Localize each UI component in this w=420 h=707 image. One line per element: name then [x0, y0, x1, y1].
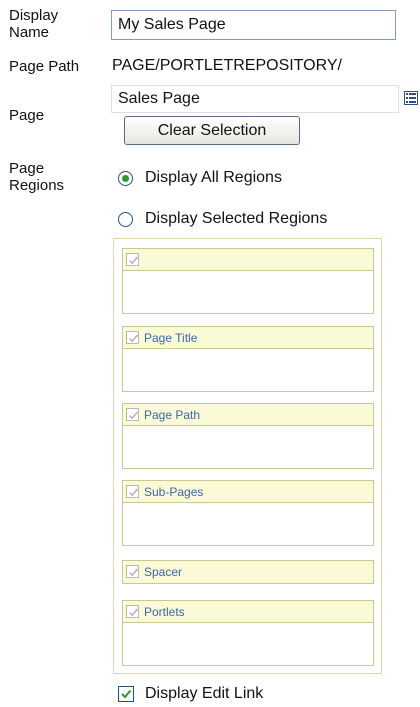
region-checkbox[interactable] [126, 408, 139, 421]
region-title: Portlets [144, 605, 185, 619]
display-name-label: Display Name [9, 7, 58, 41]
page-label: Page [9, 107, 45, 124]
radio-selected-dot [122, 175, 129, 182]
page-input[interactable]: Sales Page [111, 85, 399, 113]
check-icon [128, 411, 139, 420]
check-icon [128, 334, 139, 343]
page-path-value: PAGE/PORTLETREPOSITORY/ [112, 57, 342, 74]
region-title: Page Path [144, 408, 201, 422]
region-header: Spacer [123, 561, 373, 583]
region-body [123, 426, 373, 468]
region-item-spacer: Spacer [122, 560, 374, 584]
region-header: Sub-Pages [123, 481, 373, 503]
region-body [123, 271, 373, 313]
region-item-portlets: Portlets [122, 600, 374, 666]
region-header: Page Path [123, 404, 373, 426]
display-selected-regions-label: Display Selected Regions [145, 210, 328, 227]
region-header: Portlets [123, 601, 373, 623]
region-item-page-path: Page Path [122, 403, 374, 469]
region-checkbox[interactable] [126, 485, 139, 498]
region-body [123, 623, 373, 665]
region-item-sub-pages: Sub-Pages [122, 480, 374, 546]
region-title: Spacer [144, 565, 183, 579]
region-checkbox[interactable] [126, 331, 139, 344]
page-regions-label-line1: Page [9, 160, 45, 177]
radio-display-selected-regions[interactable] [118, 212, 133, 227]
check-icon [128, 488, 139, 497]
check-icon [128, 608, 139, 617]
page-regions-label: Page Regions [9, 160, 64, 194]
check-icon [128, 256, 139, 265]
clear-selection-button[interactable]: Clear Selection [124, 116, 300, 145]
region-body [123, 349, 373, 391]
display-name-label-line1: Display [9, 7, 59, 24]
display-name-label-line2: Name [9, 24, 50, 41]
region-item-page-title: Page Title [122, 326, 374, 392]
region-title: Sub-Pages [144, 485, 204, 499]
list-icon[interactable] [404, 91, 418, 105]
page-regions-label-line2: Regions [9, 177, 65, 194]
region-title: Page Title [144, 331, 198, 345]
region-checkbox[interactable] [126, 605, 139, 618]
display-edit-link-label: Display Edit Link [145, 685, 264, 702]
region-checkbox[interactable] [126, 253, 139, 266]
display-edit-link-checkbox[interactable] [118, 686, 134, 702]
region-header [123, 249, 373, 271]
region-body [123, 503, 373, 545]
display-all-regions-label: Display All Regions [145, 169, 282, 186]
display-name-input[interactable]: My Sales Page [111, 10, 396, 40]
region-header: Page Title [123, 327, 373, 349]
check-icon [121, 689, 132, 699]
region-item [122, 248, 374, 314]
radio-display-all-regions[interactable] [118, 171, 133, 186]
check-icon [128, 568, 139, 577]
region-checkbox[interactable] [126, 565, 139, 578]
page-path-label: Page Path [9, 58, 80, 75]
regions-container: Page Title Page Path Sub-Pages Spacer Po… [113, 238, 382, 674]
